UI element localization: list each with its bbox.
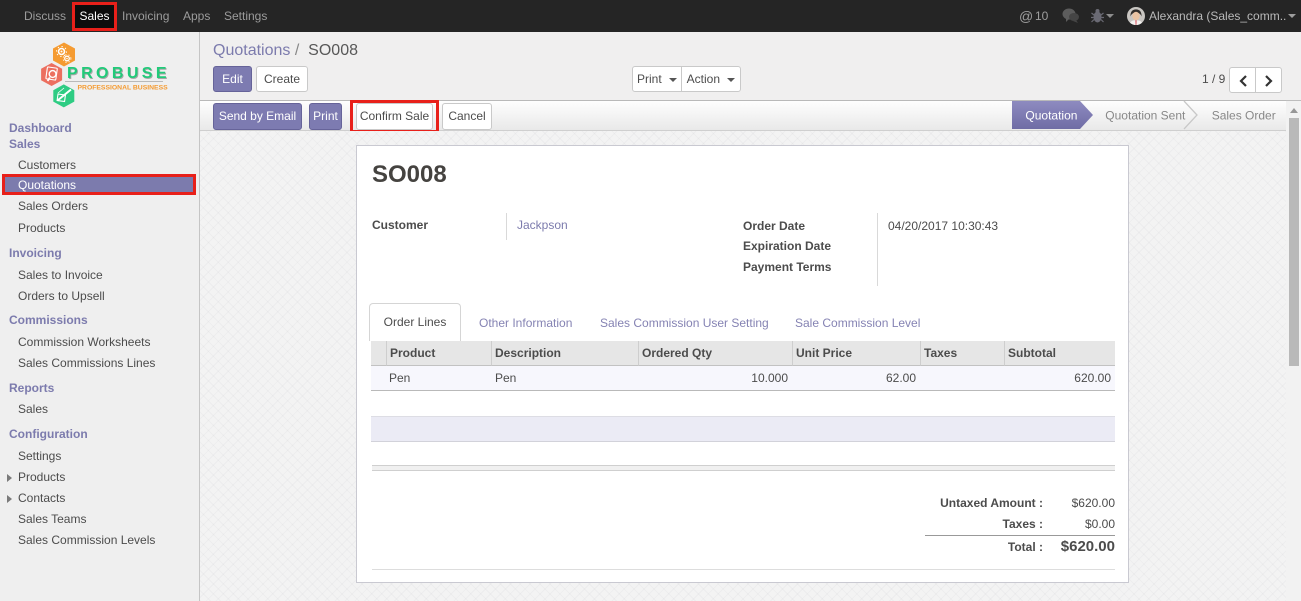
svg-text:PROFESSIONAL BUSINESS: PROFESSIONAL BUSINESS (78, 85, 169, 92)
svg-text:PROBUSE: PROBUSE (67, 65, 168, 82)
svg-text:Quotation: Quotation (1025, 109, 1077, 123)
svg-text:Quotation Sent: Quotation Sent (1105, 109, 1186, 123)
svg-text:Sales Order: Sales Order (1212, 109, 1276, 123)
